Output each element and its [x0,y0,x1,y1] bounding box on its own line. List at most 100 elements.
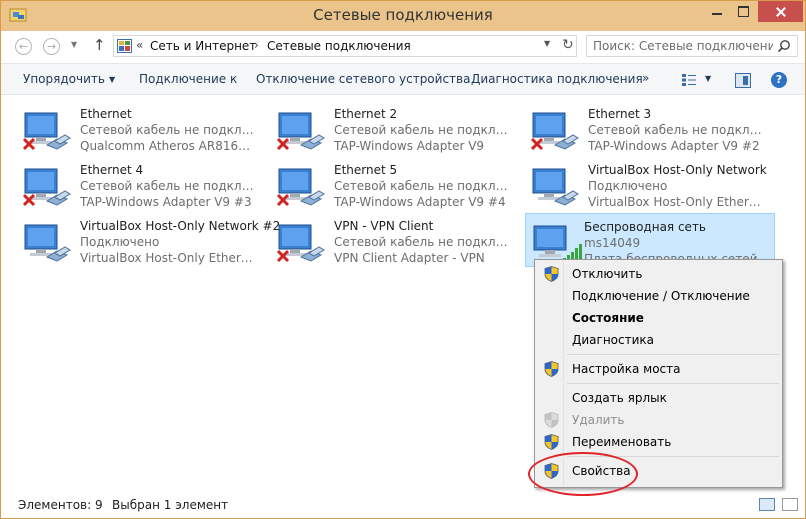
control-panel-icon [117,39,132,53]
uac-shield-icon [544,361,559,377]
menu-item-diagnose[interactable]: Диагностика [537,329,780,351]
menu-item-label: Состояние [572,311,644,325]
connection-status: Подключено [80,235,160,249]
menu-item-bridge[interactable]: Настройка моста [537,358,780,380]
connection-ethernet-2[interactable]: Ethernet 2 Сетевой кабель не подключен T… [259,101,509,155]
menu-item-label: Отключить [572,267,643,281]
connection-status: Подключено [588,179,668,193]
maximize-button[interactable] [730,1,756,22]
help-icon[interactable]: ? [771,72,787,88]
address-dropdown-icon[interactable]: ▼ [544,39,550,48]
minimize-button[interactable] [704,1,730,22]
organize-label: Упорядочить [23,72,105,86]
forward-arrow-icon[interactable]: → [43,38,60,55]
selection-count: Выбран 1 элемент [112,498,229,512]
connection-adapter: TAP-Windows Adapter V9 #2 [588,139,760,153]
change-view-icon[interactable] [681,73,697,87]
up-arrow-icon[interactable]: ↑ [93,36,106,54]
disable-device-button[interactable]: Отключение сетевого устройства [256,72,470,86]
navigation-bar: ← → ▼ ↑ « Сеть и Интернет › Сетевые подк… [1,31,805,61]
view-options-chevron-icon[interactable]: ▼ [705,74,711,83]
network-adapter-disconnected-icon [23,112,71,151]
chevron-down-icon: ▼ [108,75,116,84]
window-title: Сетевые подключения [313,6,493,24]
connection-adapter: Qualcomm Atheros AR8161 PCI-E... [80,139,255,153]
organize-menu[interactable]: Упорядочить ▼ [23,72,115,86]
menu-separator [567,383,779,384]
uac-shield-icon [544,266,559,282]
address-overflow[interactable]: « [136,38,143,52]
connection-name: Ethernet [80,107,132,121]
connection-ethernet-5[interactable]: Ethernet 5 Сетевой кабель не подключен T… [259,157,509,211]
network-adapter-disconnected-icon [277,224,325,263]
network-adapter-disconnected-icon [23,168,71,207]
connection-name: Ethernet 3 [588,107,652,121]
connection-virtualbox-host-only[interactable]: VirtualBox Host-Only Network Подключено … [513,157,767,211]
connection-status: Сетевой кабель не подключен [80,123,255,137]
connection-vpn-client[interactable]: VPN - VPN Client Сетевой кабель не подкл… [259,213,509,267]
address-bar[interactable]: « Сеть и Интернет › Сетевые подключения … [113,35,577,57]
breadcrumb-network-internet[interactable]: Сеть и Интернет [150,39,256,53]
search-input[interactable] [593,38,773,54]
status-bar: Элементов: 9 Выбран 1 элемент [1,491,805,518]
search-box[interactable] [586,35,798,57]
menu-item-rename[interactable]: Переименовать [537,431,780,453]
connection-ethernet[interactable]: Ethernet Сетевой кабель не подключен Qua… [5,101,255,155]
menu-item-disable[interactable]: Отключить [537,263,780,285]
connection-status: ms14049 [584,236,641,250]
menu-item-label: Диагностика [572,333,655,347]
item-count: Элементов: 9 [18,498,103,512]
connection-name: VirtualBox Host-Only Network #2 [80,219,281,233]
connection-name: Ethernet 2 [334,107,398,121]
connection-adapter: VPN Client Adapter - VPN [334,251,485,265]
connection-name: Ethernet 5 [334,163,398,177]
connection-ethernet-3[interactable]: Ethernet 3 Сетевой кабель не подключен T… [513,101,763,155]
menu-item-status[interactable]: Состояние [537,307,780,329]
connection-status: Сетевой кабель не подключен [588,123,763,137]
preview-pane-icon[interactable] [735,73,751,88]
more-commands-button[interactable]: » [642,71,649,85]
menu-item-label: Подключение / Отключение [572,289,750,303]
network-adapter-connected-icon [24,224,71,262]
network-adapter-connected-icon [532,168,579,206]
title-bar[interactable]: Сетевые подключения [1,1,805,31]
connection-name: VPN - VPN Client [334,219,434,233]
connection-ethernet-4[interactable]: Ethernet 4 Сетевой кабель не подключен T… [5,157,255,211]
menu-item-label: Настройка моста [572,362,681,376]
connection-adapter: VirtualBox Host-Only Ethernet Ad... [588,195,763,209]
connection-adapter: VirtualBox Host-Only Ethernet Ad... [80,251,255,265]
network-adapter-disconnected-icon [277,112,325,151]
back-arrow-icon[interactable]: ← [15,38,32,55]
connection-status: Сетевой кабель не подключен [334,235,509,249]
breadcrumb-chevron-icon[interactable]: › [254,38,259,52]
connection-adapter: TAP-Windows Adapter V9 [334,139,485,153]
connection-adapter: TAP-Windows Adapter V9 #4 [334,195,506,209]
menu-item-label: Удалить [572,413,625,427]
connect-to-button[interactable]: Подключение к [139,72,237,86]
menu-item-label: Переименовать [572,435,672,449]
connection-name: VirtualBox Host-Only Network [588,163,767,177]
details-view-icon[interactable] [759,498,775,511]
uac-shield-icon [544,412,559,428]
recent-locations-chevron-icon[interactable]: ▼ [71,40,77,49]
diagnose-connection-button[interactable]: Диагностика подключения [471,72,643,86]
refresh-icon[interactable]: ↻ [562,37,574,53]
menu-item-label: Создать ярлык [572,391,667,405]
close-button[interactable] [758,1,803,22]
menu-item-create-shortcut[interactable]: Создать ярлык [537,387,780,409]
menu-item-connect-disconnect[interactable]: Подключение / Отключение [537,285,780,307]
command-bar: Упорядочить ▼ Подключение к Отключение се… [1,63,805,95]
connection-adapter: TAP-Windows Adapter V9 #3 [80,195,252,209]
network-adapter-disconnected-icon [277,168,325,207]
tiles-view-icon[interactable] [782,498,798,511]
annotation-circle [528,452,638,496]
menu-item-delete: Удалить [537,409,780,431]
connection-status: Сетевой кабель не подключен [334,123,509,137]
uac-shield-icon [544,434,559,450]
breadcrumb-network-connections[interactable]: Сетевые подключения [267,39,411,53]
connection-name: Ethernet 4 [80,163,144,177]
search-icon[interactable] [777,39,791,53]
connection-virtualbox-host-only-2[interactable]: VirtualBox Host-Only Network #2 Подключе… [5,213,280,267]
connection-status: Сетевой кабель не подключен [80,179,255,193]
connection-status: Сетевой кабель не подключен [334,179,509,193]
